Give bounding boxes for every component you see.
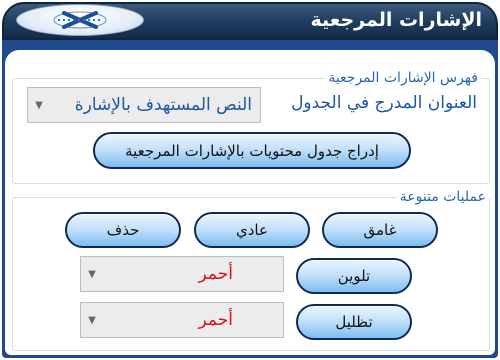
delete-button[interactable]: حذف <box>65 212 181 248</box>
highlight-button-label: تظليل <box>335 313 373 331</box>
highlight-button[interactable]: تظليل <box>296 304 412 340</box>
highlight-select[interactable]: ▼ أحمر <box>80 302 284 338</box>
misc-operations-legend: عمليات متنوعة <box>396 188 489 206</box>
highlight-select-value: أحمر <box>198 310 233 330</box>
bold-button[interactable]: غامق <box>322 212 438 248</box>
main-panel-frame: فهرس الإشارات المرجعية العنوان المدرج في… <box>2 40 498 358</box>
color-select-value: أحمر <box>198 264 233 284</box>
app-logo-icon <box>16 4 144 36</box>
bookmark-index-legend: فهرس الإشارات المرجعية <box>325 69 481 87</box>
heading-text-select-value: النص المستهدف بالإشارة <box>74 95 252 115</box>
misc-operations-group: عمليات متنوعة غامق عادي حذف تلوين ▼ أحمر <box>12 188 490 351</box>
normal-button[interactable]: عادي <box>194 212 310 248</box>
bold-button-label: غامق <box>363 221 397 239</box>
bookmarks-dialog: الإشارات المرجعية فهرس الإشارات المرجعية… <box>0 0 500 360</box>
bookmark-index-group: فهرس الإشارات المرجعية العنوان المدرج في… <box>12 69 490 184</box>
table-heading-label: العنوان المدرج في الجدول <box>291 93 477 113</box>
color-button[interactable]: تلوين <box>296 258 412 294</box>
title-bar: الإشارات المرجعية <box>0 0 500 44</box>
chevron-down-icon: ▼ <box>35 99 43 111</box>
normal-button-label: عادي <box>236 221 268 239</box>
color-select[interactable]: ▼ أحمر <box>80 256 284 292</box>
main-panel: فهرس الإشارات المرجعية العنوان المدرج في… <box>5 50 495 355</box>
window-title: الإشارات المرجعية <box>310 9 482 31</box>
chevron-down-icon: ▼ <box>88 314 96 326</box>
color-button-label: تلوين <box>337 267 371 285</box>
delete-button-label: حذف <box>106 221 140 239</box>
insert-bookmark-toc-button[interactable]: إدراج جدول محتويات بالإشارات المرجعية <box>93 132 411 169</box>
chevron-down-icon: ▼ <box>88 268 96 280</box>
insert-bookmark-toc-label: إدراج جدول محتويات بالإشارات المرجعية <box>125 141 379 160</box>
heading-text-select[interactable]: ▼ النص المستهدف بالإشارة <box>27 87 261 123</box>
